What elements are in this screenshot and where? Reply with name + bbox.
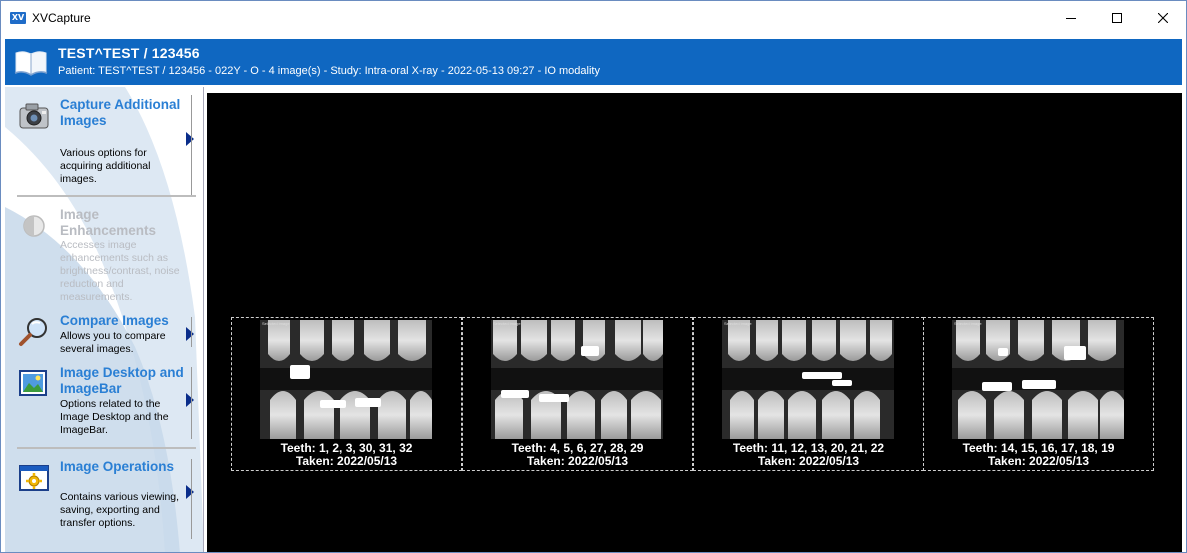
minimize-icon bbox=[1066, 17, 1076, 19]
magnifier-icon bbox=[19, 318, 47, 346]
image-thumbnail[interactable]: Selected image Teeth: 11, 12, 13, 20, 21… bbox=[693, 317, 924, 471]
panel-divider bbox=[191, 367, 192, 439]
image-selected-label: Selected image bbox=[954, 321, 982, 326]
taken-date-caption: Taken: 2022/05/13 bbox=[987, 454, 1090, 468]
xray-image[interactable]: Selected image bbox=[722, 320, 894, 439]
window-controls bbox=[1048, 1, 1186, 34]
maximize-icon bbox=[1112, 12, 1122, 23]
panel-title: Capture Additional Images bbox=[60, 97, 181, 128]
book-icon bbox=[14, 51, 48, 76]
expand-arrow-icon[interactable] bbox=[186, 132, 194, 146]
taken-date-caption: Taken: 2022/05/13 bbox=[526, 454, 629, 468]
xray-image[interactable]: Selected image bbox=[260, 320, 432, 439]
expand-arrow-icon[interactable] bbox=[186, 485, 194, 499]
image-selected-label: Selected image bbox=[262, 321, 290, 326]
panel-description: Various options for acquiring additional… bbox=[60, 147, 151, 185]
panel-capture-additional-images[interactable]: Capture Additional Images Various option… bbox=[13, 97, 191, 197]
close-icon bbox=[1158, 12, 1168, 23]
app-logo-icon: XV bbox=[10, 11, 26, 24]
panel-description: Options related to the Image Desktop and… bbox=[60, 398, 169, 436]
picture-icon bbox=[19, 370, 47, 396]
expand-arrow-icon[interactable] bbox=[186, 327, 194, 341]
panel-divider bbox=[17, 195, 196, 197]
panel-image-operations[interactable]: Image Operations Contains various viewin… bbox=[13, 459, 191, 539]
contrast-icon bbox=[23, 215, 45, 237]
panel-title: Image Operations bbox=[60, 459, 175, 474]
panel-image-desktop-and-imagebar[interactable]: Image Desktop and ImageBar Options relat… bbox=[13, 365, 191, 440]
panel-divider bbox=[191, 317, 192, 347]
xray-image[interactable]: Selected image bbox=[952, 320, 1124, 439]
panel-description: Allows you to compare several images. bbox=[60, 330, 166, 355]
patient-details: Patient: TEST^TEST / 123456 - 022Y - O -… bbox=[58, 65, 600, 77]
image-thumbnail[interactable]: Selected image Teeth: 4, 5, 6, 27, 28, 2… bbox=[462, 317, 693, 471]
image-thumbnail[interactable]: Selected image Teeth: 14, 15, 16, 17, 18… bbox=[923, 317, 1154, 471]
image-desktop[interactable]: Selected image Teeth: 1, 2, 3, 30, 31, 3… bbox=[207, 93, 1182, 552]
title-bar[interactable]: XV XVCapture bbox=[1, 1, 1186, 34]
panel-divider bbox=[191, 459, 192, 539]
image-selected-label: Selected image bbox=[493, 321, 521, 326]
panel-description: Contains various viewing, saving, export… bbox=[60, 491, 180, 529]
patient-title: TEST^TEST / 123456 bbox=[58, 45, 200, 61]
panel-title: Image Desktop and ImageBar bbox=[60, 365, 184, 396]
image-selected-label: Selected image bbox=[724, 321, 752, 326]
expand-arrow-icon[interactable] bbox=[186, 393, 194, 407]
xray-image[interactable]: Selected image bbox=[491, 320, 663, 439]
panel-divider bbox=[191, 95, 192, 195]
panel-title: Image Enhancements bbox=[60, 207, 157, 238]
task-sidebar: Capture Additional Images Various option… bbox=[5, 87, 204, 552]
panel-title: Compare Images bbox=[60, 313, 169, 328]
panel-compare-images[interactable]: Compare Images Allows you to compare sev… bbox=[13, 313, 191, 363]
window-title: XVCapture bbox=[32, 10, 91, 25]
taken-date-caption: Taken: 2022/05/13 bbox=[295, 454, 398, 468]
taken-date-caption: Taken: 2022/05/13 bbox=[757, 454, 860, 468]
maximize-button[interactable] bbox=[1094, 1, 1140, 34]
camera-icon bbox=[19, 103, 49, 129]
patient-header: TEST^TEST / 123456 Patient: TEST^TEST / … bbox=[5, 39, 1182, 85]
app-window: XV XVCapture TEST^TEST / 123456 Patient:… bbox=[0, 0, 1187, 553]
gear-window-icon bbox=[19, 465, 49, 491]
minimize-button[interactable] bbox=[1048, 1, 1094, 34]
panel-image-enhancements: Image Enhancements Accesses image enhanc… bbox=[13, 207, 191, 303]
panel-description: Accesses image enhancements such as brig… bbox=[60, 239, 180, 303]
image-thumbnail[interactable]: Selected image Teeth: 1, 2, 3, 30, 31, 3… bbox=[231, 317, 462, 471]
panel-divider bbox=[17, 447, 196, 449]
close-button[interactable] bbox=[1140, 1, 1186, 34]
